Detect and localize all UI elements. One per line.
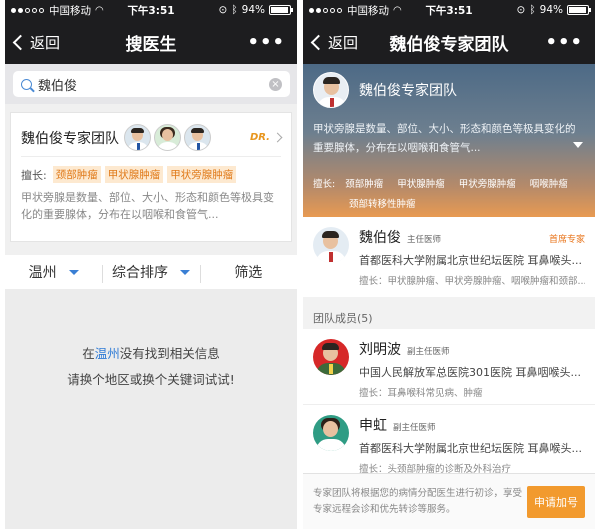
hero-description: 甲状旁腺是数量、部位、大小、形态和颜色等极具变化的重要腺体，分布在以咽喉和食管气… (313, 123, 576, 154)
wifi-icon: ◠ (95, 4, 104, 16)
team-result-card[interactable]: 魏伯俊专家团队 DR. 擅长: 颈部肿瘤 甲状腺肿瘤 甲状旁腺肿瘤 甲状旁腺是数… (10, 112, 292, 242)
specialty-tag: 甲状旁腺肿瘤 (167, 166, 237, 183)
doctor-specialty: 擅长：耳鼻喉科常见病、肿瘤 (359, 388, 483, 399)
avatar (313, 72, 349, 108)
doctor-name: 申虹 (359, 418, 387, 434)
more-button[interactable]: ••• (247, 32, 285, 53)
bluetooth-icon: ᛒ (231, 4, 238, 16)
signal-strength-icon (11, 7, 44, 13)
nav-bar: 返回 魏伯俊专家团队 ••• (303, 20, 595, 64)
clear-icon[interactable]: × (269, 77, 282, 91)
chevron-right-icon (272, 132, 283, 143)
back-button[interactable]: 返回 (303, 32, 358, 53)
filter-region-label: 温州 (28, 265, 57, 281)
search-doctor-screen: 中国移动 ◠ 下午3:51 ⊙ ᛒ 94% 返回 搜医生 ••• × 魏伯俊专家… (5, 0, 297, 529)
filter-screen-label: 筛选 (234, 265, 263, 281)
orientation-lock-icon: ⊙ (516, 4, 526, 16)
search-box: × (13, 71, 290, 97)
empty-hint: 请换个地区或换个关键词试试! (67, 372, 235, 387)
specialty-label: 擅长: (21, 168, 47, 182)
filter-region[interactable]: 温州 (5, 262, 102, 282)
specialty-tag: 甲状腺肿瘤 (104, 166, 164, 183)
service-info: 专家团队将根据您的病情分配医生进行初诊，享受专家远程会诊和优先转诊等服务。 (313, 487, 523, 515)
skills-label: 擅长: (313, 179, 336, 190)
avatar (124, 124, 151, 151)
back-label: 返回 (30, 33, 61, 52)
avatar (184, 124, 211, 151)
battery-icon (269, 5, 293, 15)
skill-item: 颈部转移性肿瘤 (349, 199, 416, 210)
battery-percent: 94% (539, 4, 563, 16)
empty-message: 在温州没有找到相关信息 (82, 346, 220, 361)
specialty-tag: 颈部肿瘤 (52, 166, 101, 183)
status-bar: 中国移动 ◠ 下午3:51 ⊙ ᛒ 94% (5, 0, 297, 20)
avatar (313, 227, 349, 263)
apply-button[interactable]: 申请加号 (527, 485, 585, 518)
lead-doctor-card[interactable]: 魏伯俊 主任医师 首席专家 首都医科大学附属北京世纪坛医院 耳鼻喉头... 擅长… (303, 217, 595, 297)
more-button[interactable]: ••• (545, 32, 583, 53)
orientation-lock-icon: ⊙ (218, 4, 228, 16)
member-card[interactable]: 申虹 副主任医师 首都医科大学附属北京世纪坛医院 耳鼻喉头... 擅长：头颈部肿… (303, 405, 595, 481)
filter-bar: 温州 综合排序 筛选 (5, 255, 297, 289)
doctor-specialty: 擅长：甲状腺肿瘤、甲状旁腺肿瘤、咽喉肿瘤和颈部... (359, 276, 585, 287)
doctor-title: 副主任医师 (407, 347, 450, 357)
member-card[interactable]: 刘明波 副主任医师 中国人民解放军总医院301医院 耳鼻咽喉头... 擅长：耳鼻… (303, 329, 595, 405)
carrier-label: 中国移动 (49, 4, 91, 17)
back-label: 返回 (328, 33, 359, 52)
bluetooth-icon: ᛒ (529, 4, 536, 16)
search-bar: × (5, 64, 297, 104)
team-avatars (124, 124, 211, 151)
bottom-bar: 专家团队将根据您的病情分配医生进行初诊，享受专家远程会诊和优先转诊等服务。 申请… (303, 473, 595, 529)
doctor-hospital: 中国人民解放军总医院301医院 耳鼻咽喉头... (359, 366, 581, 379)
empty-state: 在温州没有找到相关信息 请换个地区或换个关键词试试! (5, 289, 297, 529)
team-detail-screen: 中国移动 ◠ 下午3:51 ⊙ ᛒ 94% 返回 魏伯俊专家团队 ••• 魏伯俊… (303, 0, 595, 529)
team-name: 魏伯俊专家团队 (21, 130, 119, 147)
doctor-name: 刘明波 (359, 342, 401, 358)
search-input[interactable] (38, 76, 218, 92)
status-bar: 中国移动 ◠ 下午3:51 ⊙ ᛒ 94% (303, 0, 595, 20)
filter-sort-label: 综合排序 (111, 265, 168, 281)
carrier-label: 中国移动 (347, 4, 389, 17)
battery-percent: 94% (241, 4, 265, 16)
team-description: 甲状旁腺是数量、部位、大小、形态和颜色等极具变化的重要腺体，分布在以咽喉和食管气… (21, 191, 274, 221)
chevron-left-icon (310, 34, 327, 50)
expand-caret-icon[interactable] (573, 142, 583, 148)
avatar (154, 124, 181, 151)
doctor-hospital: 首都医科大学附属北京世纪坛医院 耳鼻喉头... (359, 442, 582, 455)
filter-screen[interactable]: 筛选 (199, 262, 297, 283)
skill-item: 咽喉肿瘤 (529, 179, 568, 190)
team-hero: 魏伯俊专家团队 甲状旁腺是数量、部位、大小、形态和颜色等极具变化的重要腺体，分布… (303, 64, 595, 217)
empty-city: 温州 (94, 346, 120, 361)
chevron-left-icon (12, 34, 29, 50)
dropdown-triangle-icon (68, 269, 79, 275)
skill-item: 甲状旁腺肿瘤 (458, 179, 516, 190)
skill-item: 颈部肿瘤 (345, 179, 384, 190)
wifi-icon: ◠ (393, 4, 402, 16)
doctor-hospital: 首都医科大学附属北京世纪坛医院 耳鼻喉头... (359, 254, 582, 267)
hero-title: 魏伯俊专家团队 (359, 83, 457, 99)
dropdown-triangle-icon (179, 269, 190, 275)
back-button[interactable]: 返回 (5, 32, 60, 53)
chief-expert-badge: 首席专家 (548, 235, 585, 245)
search-icon (21, 78, 32, 90)
skill-item: 甲状腺肿瘤 (397, 179, 445, 190)
hero-skills: 擅长: 颈部肿瘤 甲状腺肿瘤 甲状旁腺肿瘤 咽喉肿瘤 颈部转移性肿瘤 (313, 176, 585, 210)
doctor-name: 魏伯俊 (359, 230, 401, 246)
avatar (313, 339, 349, 375)
nav-bar: 返回 搜医生 ••• (5, 20, 297, 64)
signal-strength-icon (309, 7, 342, 13)
members-header: 团队成员(5) (303, 305, 595, 329)
doctor-title: 主任医师 (407, 235, 442, 245)
doctor-title: 副主任医师 (393, 423, 436, 433)
avatar (313, 415, 349, 451)
dr-logo-icon: DR. (250, 132, 270, 143)
battery-icon (567, 5, 591, 15)
filter-sort[interactable]: 综合排序 (102, 262, 199, 283)
